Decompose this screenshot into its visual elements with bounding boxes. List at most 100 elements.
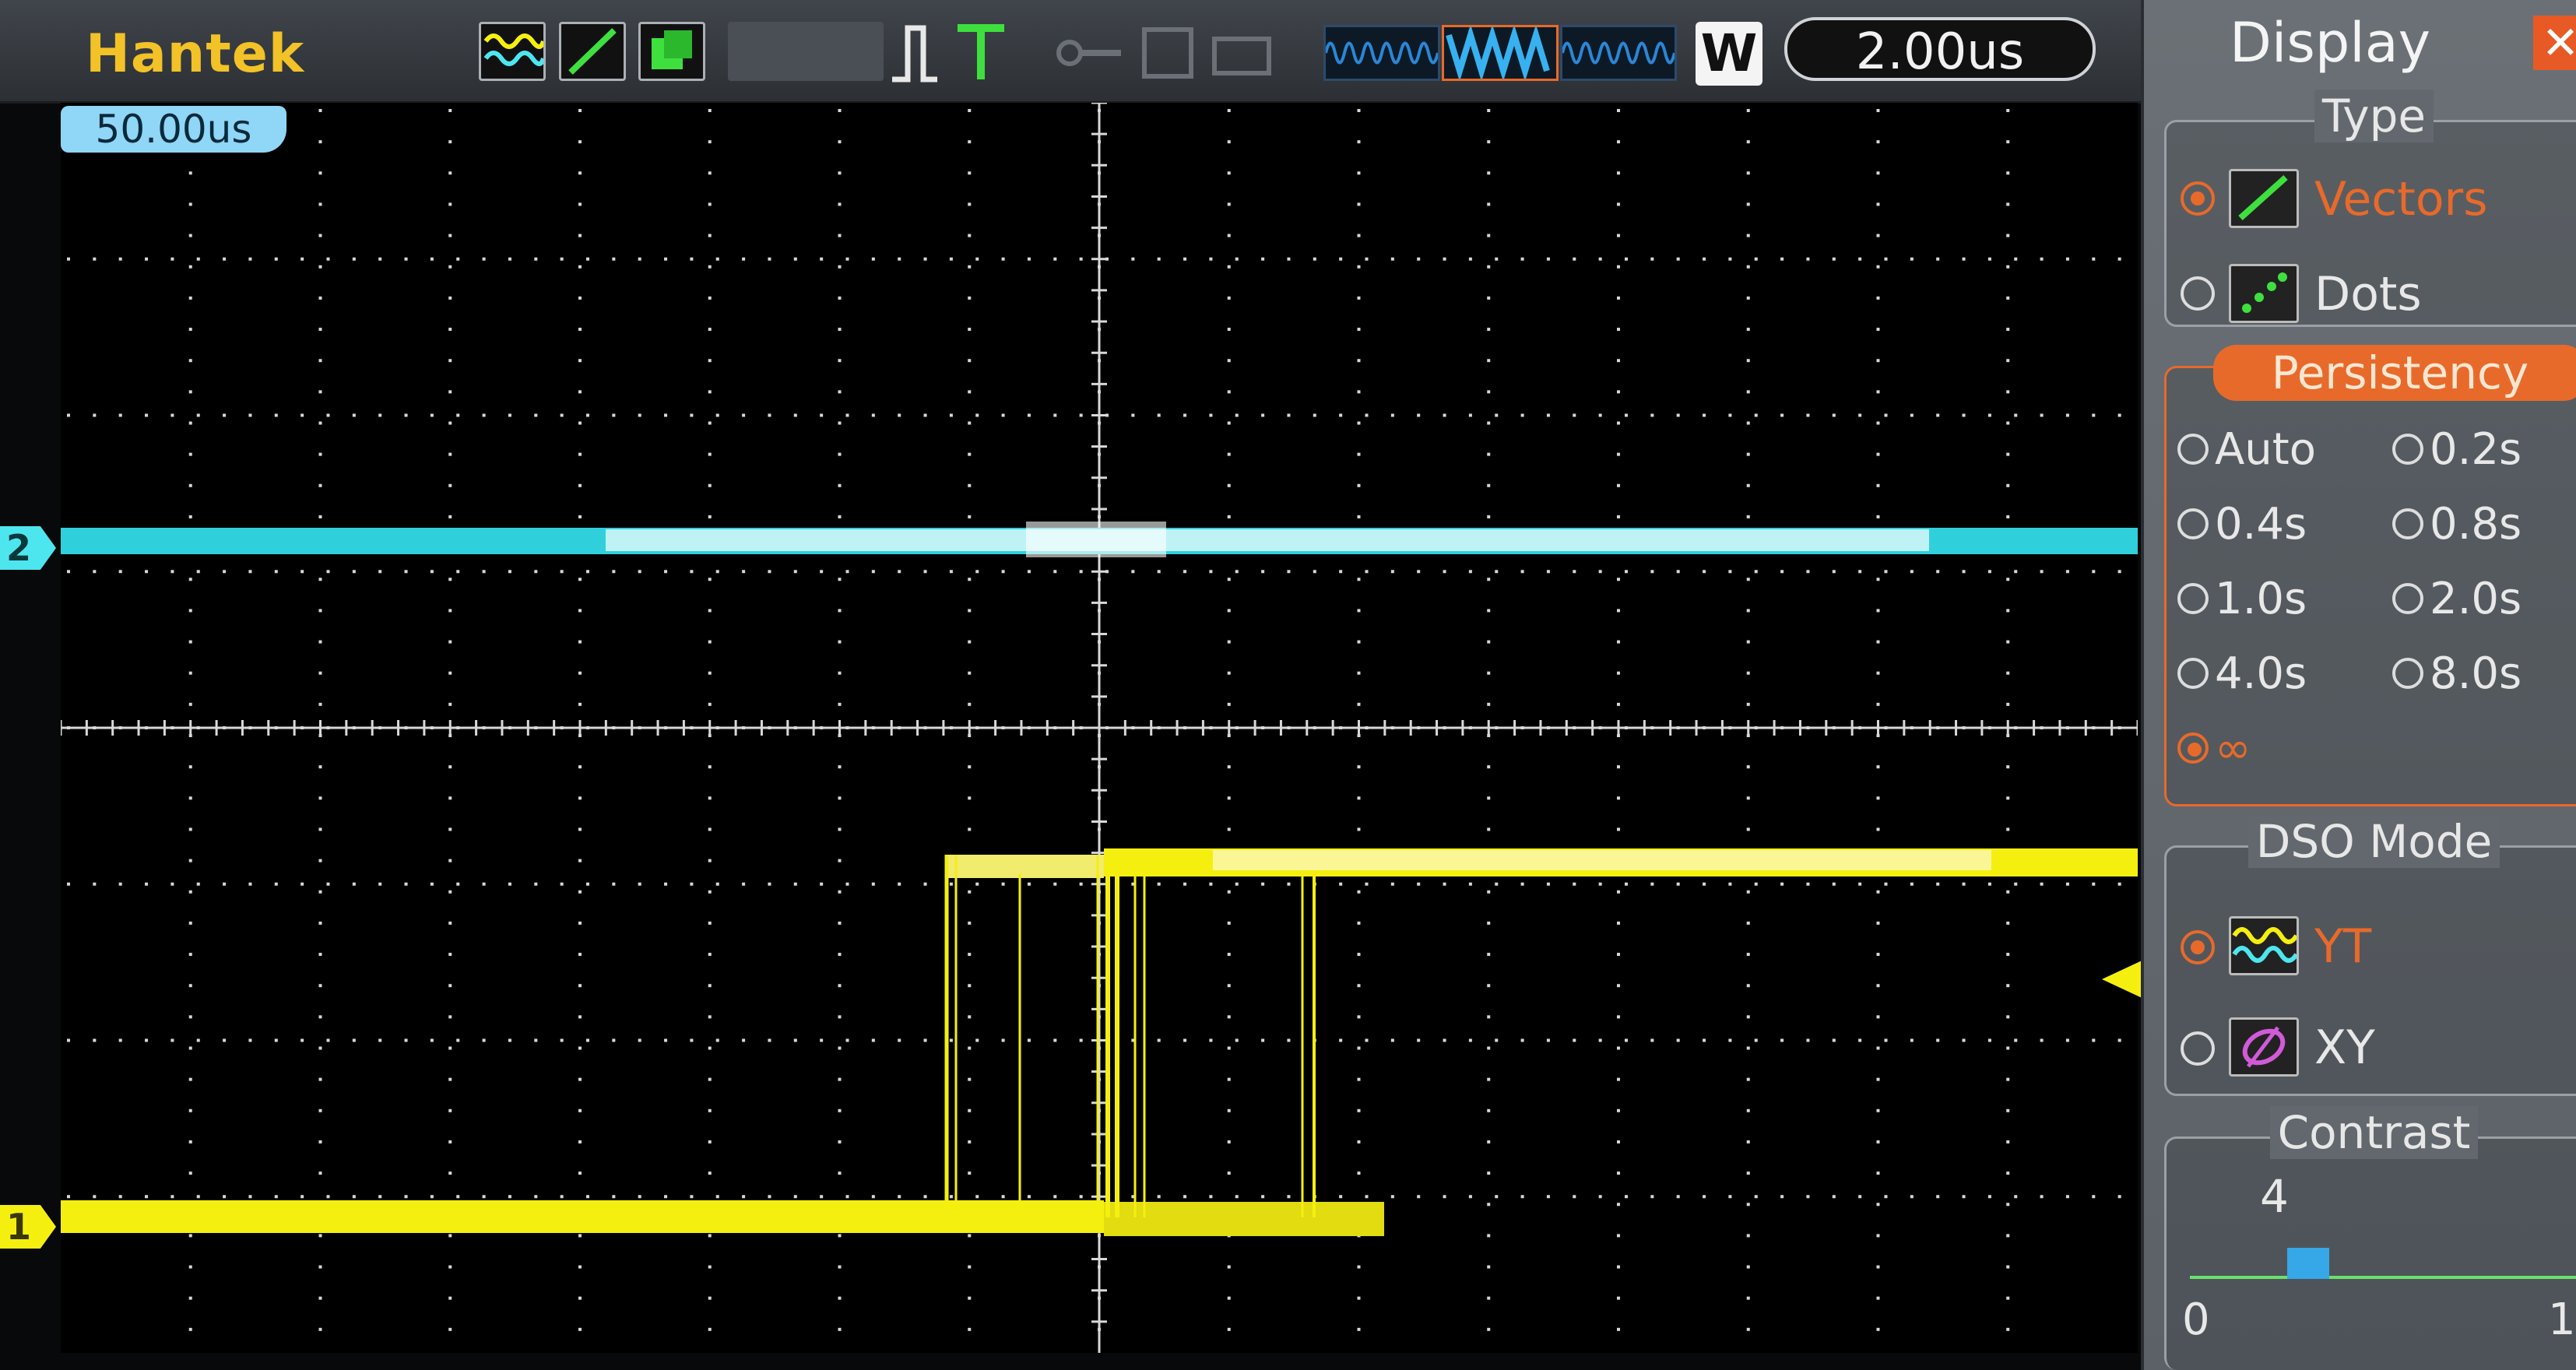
grid-dot [1235, 882, 1239, 886]
vectors-toolbar-icon[interactable] [559, 22, 626, 81]
grid-dot [2117, 1195, 2121, 1199]
persistency-option-label[interactable]: Auto [2215, 424, 2316, 475]
grid-dot [1876, 1046, 1880, 1050]
grid-dot [708, 1108, 712, 1112]
grid-dot [968, 109, 972, 112]
persistency-option-label[interactable]: 0.8s [2430, 499, 2522, 550]
grid-dot [2092, 1038, 2096, 1042]
xy-label[interactable]: XY [2314, 1020, 2375, 1075]
grid-dot [1209, 413, 1213, 417]
persistency-option-label[interactable]: ∞ [2215, 723, 2251, 774]
dots-label[interactable]: Dots [2314, 267, 2422, 321]
grid-dot [1235, 570, 1239, 574]
persistency-radio[interactable] [2392, 434, 2423, 465]
grid-dot [1357, 140, 1361, 144]
grid-dot [448, 1140, 452, 1143]
grid-dot [838, 1327, 842, 1331]
grid-dot [1495, 1195, 1499, 1199]
grid-dot [448, 953, 452, 957]
waveform-display[interactable] [61, 103, 2138, 1353]
grid-dot [318, 296, 322, 300]
vectors-radio[interactable] [2181, 181, 2215, 216]
yt-wave-icon[interactable] [479, 22, 546, 81]
grid-dot [196, 413, 200, 417]
grid-dot [1617, 390, 1620, 394]
grid-dot [2040, 257, 2044, 261]
grid-dot [1703, 882, 1706, 886]
persistency-radio[interactable] [2392, 658, 2423, 689]
contrast-slider-thumb[interactable] [2287, 1248, 2330, 1279]
grid-dot [1884, 257, 1888, 261]
grid-dot [708, 1296, 712, 1300]
yt-label[interactable]: YT [2314, 919, 2371, 974]
grid-dot [1832, 1195, 1836, 1199]
persistency-radio[interactable] [2177, 434, 2209, 465]
persistency-radio[interactable] [2177, 583, 2209, 614]
grid-dot [793, 1038, 797, 1042]
grid-dot [838, 953, 842, 957]
persistence-toolbar-icon[interactable] [638, 22, 705, 81]
grid-dot [188, 265, 192, 269]
persistency-option-label[interactable]: 4.0s [2215, 648, 2307, 699]
persistency-option-label[interactable]: 1.0s [2215, 574, 2307, 624]
grid-dot [1487, 953, 1491, 957]
grid-dot [1746, 1108, 1750, 1112]
grid-dot [223, 413, 227, 417]
grid-dot [2006, 827, 2010, 831]
persistency-option-label[interactable]: 8.0s [2430, 648, 2522, 699]
vectors-label[interactable]: Vectors [2314, 172, 2487, 227]
close-icon[interactable]: ✕ [2533, 16, 2576, 70]
grid-dot [1227, 578, 1231, 581]
grid-dot [560, 1195, 564, 1199]
grid-dot [871, 570, 875, 574]
grid-dot [1876, 984, 1880, 988]
persistency-option-label[interactable]: 2.0s [2430, 574, 2522, 624]
grid-dot [1357, 609, 1361, 613]
persistency-radio[interactable] [2177, 508, 2209, 539]
grid-dot [1520, 257, 1524, 261]
persistency-option-label[interactable]: 0.4s [2215, 499, 2307, 550]
grid-dot [508, 1195, 511, 1199]
persistency-radio[interactable] [2177, 658, 2209, 689]
grid-dot [820, 1195, 824, 1199]
grid-dot [968, 1140, 972, 1143]
contrast-slider-track[interactable] [2190, 1265, 2576, 1279]
grid-dot [1339, 1195, 1343, 1199]
grid-dot [1468, 1195, 1472, 1199]
grid-dot [534, 257, 538, 261]
grid-dot [1365, 1195, 1369, 1199]
grid-dot [1183, 413, 1187, 417]
ch2-marker[interactable]: 2 [0, 526, 56, 570]
grid-dot [1884, 882, 1888, 886]
grid-dot [1806, 257, 1810, 261]
grid-dot [1876, 1077, 1880, 1081]
grid-dot [715, 1038, 719, 1042]
grid-dot [326, 257, 330, 261]
grid-dot [923, 570, 927, 574]
grid-dot [482, 413, 486, 417]
ch1-marker[interactable]: 1 [0, 1205, 56, 1249]
persistency-radio[interactable] [2392, 583, 2423, 614]
window-zoom-button[interactable]: W [1696, 22, 1762, 86]
persistency-option-label[interactable]: 0.2s [2430, 424, 2522, 475]
grid-dot [448, 1108, 452, 1112]
grid-dot [318, 202, 322, 206]
grid-dot [838, 1077, 842, 1081]
grid-dot [968, 515, 972, 518]
grid-dot [1987, 257, 1991, 261]
persistency-radio[interactable] [2177, 732, 2209, 764]
grid-dot [1157, 257, 1161, 261]
grid-dot [1357, 390, 1361, 394]
grid-dot [1876, 328, 1880, 332]
grid-dot [318, 421, 322, 425]
grid-dot [448, 827, 452, 831]
xy-radio[interactable] [2181, 1031, 2215, 1066]
grid-dot [2006, 515, 2010, 518]
grid-dot [560, 570, 564, 574]
grid-dot [188, 1015, 192, 1019]
dots-radio[interactable] [2181, 276, 2215, 311]
persistency-radio[interactable] [2392, 508, 2423, 539]
grid-dot [274, 257, 278, 261]
yt-radio[interactable] [2181, 930, 2215, 964]
grid-dot [793, 413, 797, 417]
